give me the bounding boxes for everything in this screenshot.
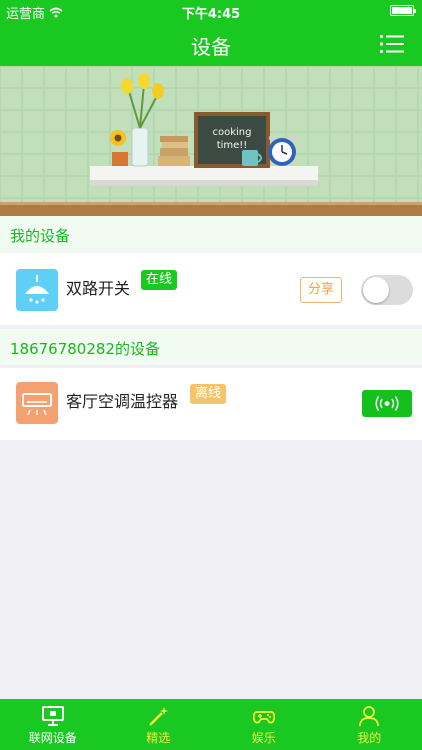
nav-bar: 设备 (0, 22, 422, 66)
section-title: 18676780282的设备 (10, 340, 160, 358)
chalkboard-text-line1: cooking (213, 127, 252, 138)
tab-label: 精选 (146, 731, 171, 745)
status-badge-online: 在线 (141, 270, 178, 290)
ceiling-lamp-icon (16, 269, 58, 311)
list-menu-icon[interactable] (380, 34, 404, 54)
kitchen-banner: cooking time!! (0, 66, 422, 216)
kitchen-shelf-illustration: cooking time!! (0, 66, 422, 216)
tab-label: 我的 (357, 731, 382, 745)
tab-bar: 联网设备 精选 娱乐 我的 (0, 699, 422, 750)
device-row-switch[interactable]: 双路开关 在线 分享 (0, 253, 422, 325)
battery-icon (390, 5, 416, 16)
share-button[interactable]: 分享 (300, 277, 342, 303)
chalkboard-text-line2: time!! (217, 140, 248, 151)
section-header-shared-devices: 18676780282的设备 (0, 329, 422, 365)
status-badge-offline: 离线 (190, 384, 227, 404)
tab-mine[interactable]: 我的 (317, 699, 422, 750)
remote-signal-icon (375, 396, 399, 411)
section-title: 我的设备 (10, 227, 71, 245)
remote-control-button[interactable] (362, 390, 412, 417)
magic-wand-icon (149, 707, 169, 726)
status-bar: 运营商 下午4:45 (0, 0, 422, 22)
power-toggle[interactable] (361, 275, 413, 305)
tab-connected-devices[interactable]: 联网设备 (0, 699, 106, 750)
page-title: 设备 (191, 35, 231, 59)
section-header-my-devices: 我的设备 (0, 216, 422, 252)
monitor-icon (41, 706, 64, 726)
tab-label: 娱乐 (251, 731, 276, 745)
clock: 下午4:45 (181, 7, 241, 22)
device-name: 双路开关 (66, 279, 131, 298)
air-conditioner-icon (16, 382, 58, 424)
person-icon (359, 706, 380, 727)
tab-label: 联网设备 (28, 731, 77, 745)
gamepad-icon (252, 711, 275, 724)
tab-entertainment[interactable]: 娱乐 (211, 699, 317, 750)
device-row-thermostat[interactable]: 客厅空调温控器 离线 (0, 368, 422, 440)
tab-featured[interactable]: 精选 (106, 699, 212, 750)
device-name: 客厅空调温控器 (66, 392, 179, 411)
